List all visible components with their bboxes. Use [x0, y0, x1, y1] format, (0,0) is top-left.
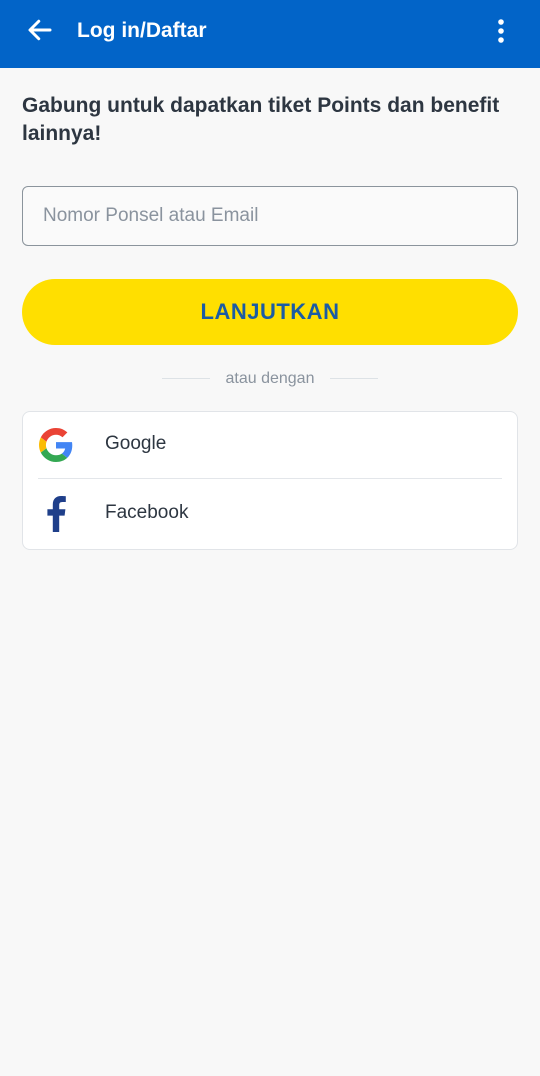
google-label: Google — [105, 433, 167, 454]
phone-email-input[interactable] — [23, 187, 517, 245]
social-login-card: Google Facebook — [22, 411, 518, 550]
google-icon — [38, 427, 74, 463]
divider-line-right — [330, 378, 378, 379]
google-login-button[interactable]: Google — [23, 412, 517, 480]
signup-headline: Gabung untuk dapatkan tiket Points dan b… — [22, 94, 500, 145]
login-field-container — [22, 186, 518, 246]
arrow-left-icon — [28, 19, 52, 41]
app-bar: Log in/Daftar — [0, 0, 540, 68]
divider-label: atau dengan — [225, 370, 315, 387]
more-vertical-icon — [498, 19, 504, 43]
back-button[interactable] — [20, 12, 60, 48]
more-options-button[interactable] — [482, 12, 520, 50]
continue-button[interactable]: LANJUTKAN — [22, 279, 518, 345]
page-title: Log in/Daftar — [77, 19, 207, 42]
row-divider — [38, 478, 502, 479]
facebook-login-button[interactable]: Facebook — [23, 481, 517, 549]
facebook-label: Facebook — [105, 502, 189, 523]
facebook-icon — [38, 496, 74, 532]
